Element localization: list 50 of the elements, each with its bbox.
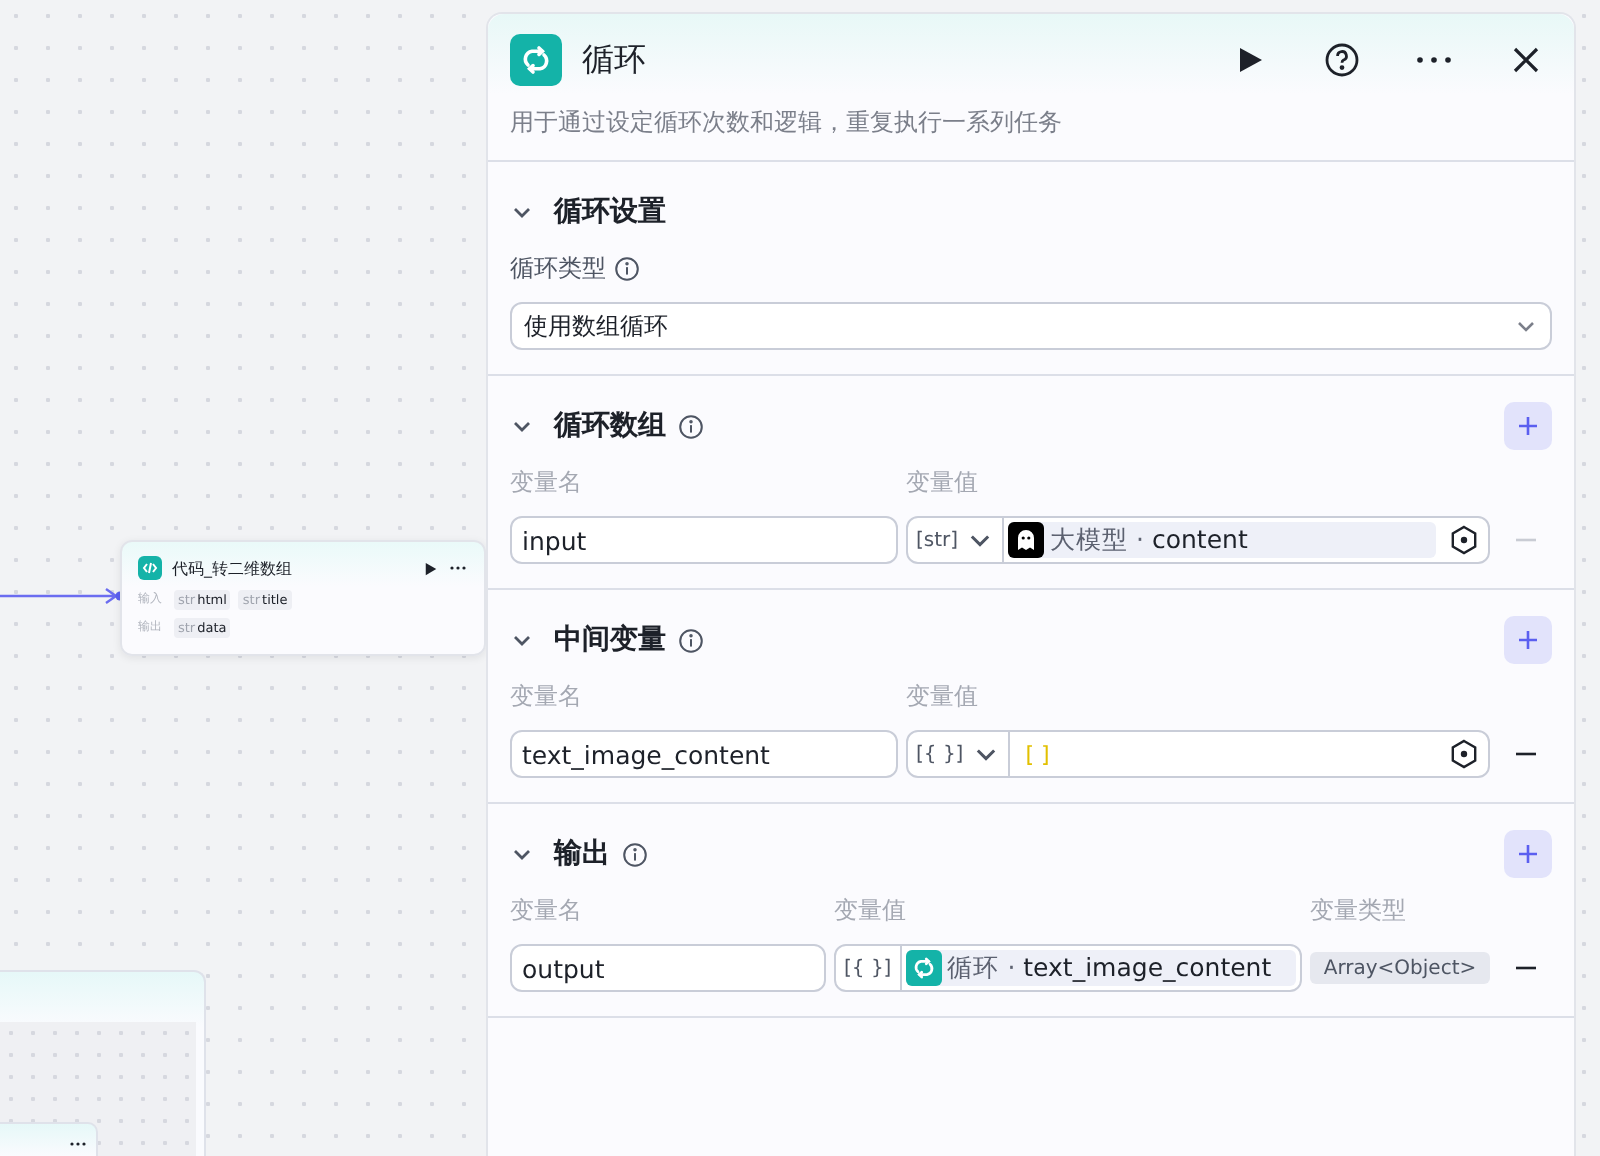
variable-picker-icon[interactable] bbox=[1448, 524, 1480, 556]
variable-value-field[interactable]: [{ }] 循环 · text_image_content bbox=[834, 944, 1302, 992]
loop-type-select[interactable]: 使用数组循环 bbox=[510, 302, 1552, 350]
column-header: 变量值 bbox=[834, 894, 908, 928]
panel-description: 用于通过设定循环次数和逻辑，重复执行一系列任务 bbox=[510, 106, 1064, 140]
variable-reference[interactable]: 大模型 · content bbox=[1008, 522, 1436, 558]
field-label: 循环类型 bbox=[510, 252, 606, 286]
variable-name-field[interactable]: text_image_content bbox=[510, 730, 898, 778]
variable-reference[interactable]: 循环 · text_image_content bbox=[905, 950, 1296, 986]
code-icon bbox=[138, 556, 162, 580]
variable-name-field[interactable]: input bbox=[510, 516, 898, 564]
more-icon[interactable] bbox=[68, 1140, 88, 1148]
column-header: 变量名 bbox=[510, 466, 584, 500]
section-title: 中间变量 bbox=[554, 622, 666, 658]
play-icon bbox=[1236, 46, 1264, 74]
variable-value-field[interactable]: [{ }] [ ] bbox=[906, 730, 1490, 778]
loop-icon bbox=[911, 956, 936, 980]
loop-node-card[interactable] bbox=[0, 970, 206, 1156]
inner-node-card[interactable] bbox=[0, 1122, 98, 1156]
plus-icon bbox=[1516, 414, 1540, 438]
variable-name-field[interactable]: output bbox=[510, 944, 826, 992]
type-label: [{ }] bbox=[916, 743, 964, 765]
add-button[interactable] bbox=[1504, 616, 1552, 664]
play-icon[interactable] bbox=[424, 561, 438, 575]
node-title: 代码_转二维数组 bbox=[172, 557, 294, 579]
section-title: 循环设置 bbox=[554, 194, 666, 230]
column-header: 变量名 bbox=[510, 680, 584, 714]
variable-picker-icon[interactable] bbox=[1448, 738, 1480, 770]
panel-title: 循环 bbox=[582, 39, 648, 81]
add-button[interactable] bbox=[1504, 830, 1552, 878]
variable-value-field[interactable]: [str] 大模型 · content bbox=[906, 516, 1490, 564]
value-text: [ ] bbox=[1023, 741, 1052, 767]
column-header: 变量名 bbox=[510, 894, 584, 928]
more-icon[interactable] bbox=[448, 564, 468, 572]
more-icon bbox=[1416, 56, 1452, 64]
type-label: [str] bbox=[916, 529, 959, 551]
loop-glyph-icon bbox=[520, 44, 552, 76]
add-button[interactable] bbox=[1504, 402, 1552, 450]
type-label: [{ }] bbox=[844, 957, 892, 979]
variable-type-tag: Array<Object> bbox=[1310, 952, 1490, 984]
plus-icon bbox=[1516, 842, 1540, 866]
help-icon bbox=[1324, 42, 1360, 78]
column-header: 变量值 bbox=[906, 680, 980, 714]
section-title: 循环数组 bbox=[554, 408, 666, 444]
column-header: 变量类型 bbox=[1310, 894, 1408, 928]
ghost-icon bbox=[1014, 528, 1039, 552]
section-title: 输出 bbox=[554, 836, 610, 872]
column-header: 变量值 bbox=[906, 466, 980, 500]
plus-icon bbox=[1516, 628, 1540, 652]
close-icon bbox=[1512, 46, 1540, 74]
